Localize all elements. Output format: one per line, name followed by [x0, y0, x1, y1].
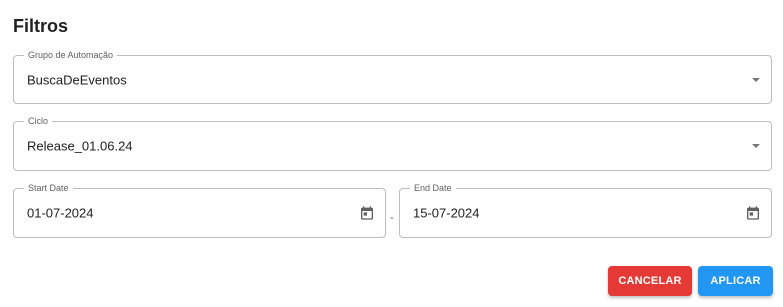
start-date-label: Start Date — [24, 182, 73, 194]
caret-down-icon[interactable] — [752, 77, 760, 82]
end-date-field[interactable]: End Date 15-07-2024 — [399, 182, 772, 238]
start-date-value: 01-07-2024 — [27, 205, 94, 221]
start-date-field[interactable]: Start Date 01-07-2024 — [13, 182, 386, 238]
ciclo-value: Release_01.06.24 — [27, 138, 133, 154]
end-date-label: End Date — [410, 182, 456, 194]
caret-down-icon[interactable] — [752, 144, 760, 148]
end-date-value: 15-07-2024 — [413, 205, 480, 221]
date-range-separator: - — [390, 212, 394, 224]
apply-button[interactable]: APLICAR — [698, 266, 773, 296]
grupo-automacao-value: BuscaDeEventos — [27, 72, 127, 87]
dialog-title: Filtros — [13, 16, 69, 36]
ciclo-select[interactable]: Ciclo Release_01.06.24 — [13, 115, 772, 171]
grupo-automacao-select[interactable]: Grupo de Automação BuscaDeEventos — [13, 49, 772, 104]
ciclo-label: Ciclo — [24, 115, 53, 127]
cancel-button[interactable]: CANCELAR — [608, 266, 692, 296]
calendar-icon[interactable] — [359, 205, 375, 221]
grupo-automacao-label: Grupo de Automação — [24, 49, 118, 61]
calendar-icon[interactable] — [745, 205, 761, 221]
